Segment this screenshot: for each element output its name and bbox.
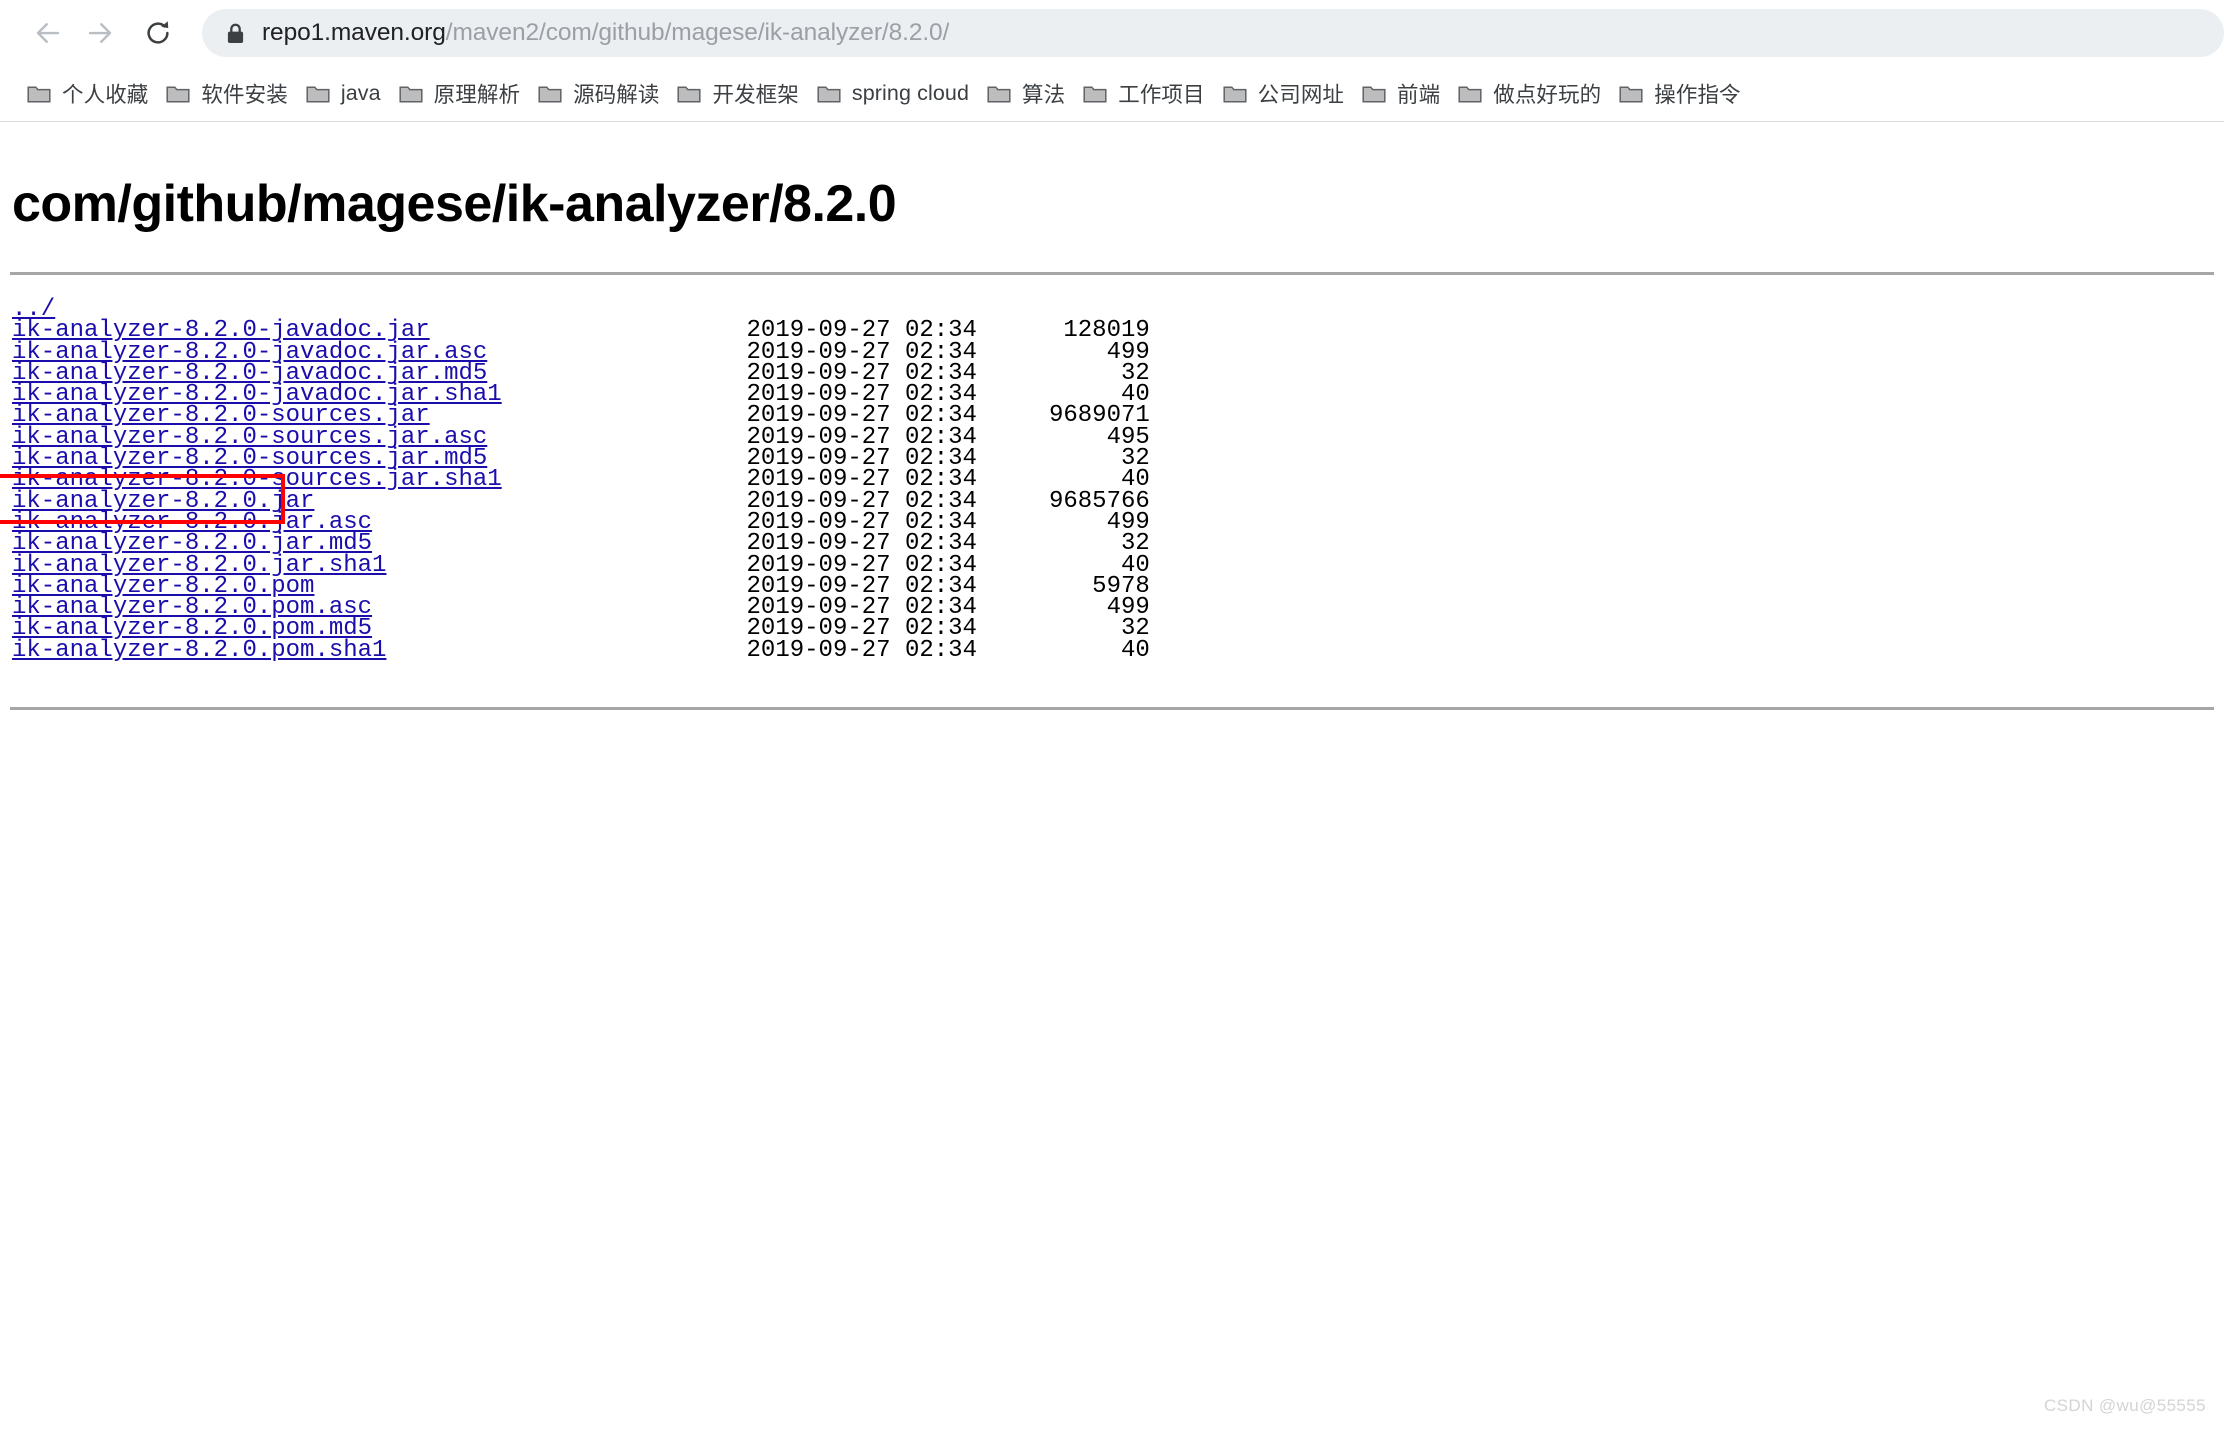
- bookmarks-bar: 个人收藏 软件安装 java 原理解析 源码解读 开发框架 spring clo…: [0, 66, 2224, 122]
- bookmark-item[interactable]: 算法: [978, 74, 1074, 114]
- bookmark-item[interactable]: 做点好玩的: [1449, 74, 1610, 114]
- bookmark-label: java: [340, 81, 381, 105]
- bookmark-label: 操作指令: [1654, 83, 1741, 107]
- file-meta: 2019-09-27 02:34 40: [386, 636, 1150, 664]
- listing-row: ik-analyzer-8.2.0.pom.sha1 2019-09-27 02…: [12, 636, 2224, 664]
- bookmark-label: 个人收藏: [62, 83, 149, 107]
- folder-icon: [538, 85, 562, 103]
- arrow-left-icon: [33, 18, 63, 48]
- folder-icon: [27, 85, 51, 103]
- folder-icon: [166, 85, 190, 103]
- back-button[interactable]: [22, 7, 74, 59]
- folder-icon: [1362, 85, 1386, 103]
- bookmark-label: 公司网址: [1257, 83, 1345, 107]
- bottom-divider: [10, 707, 2214, 711]
- bookmark-item[interactable]: 个人收藏: [18, 74, 157, 114]
- bookmark-item[interactable]: 开发框架: [668, 74, 807, 114]
- page-title: com/github/magese/ik-analyzer/8.2.0: [12, 175, 897, 233]
- bookmark-item[interactable]: 原理解析: [390, 74, 529, 114]
- watermark: CSDN @wu@55555: [2043, 1396, 2206, 1415]
- folder-icon: [677, 85, 702, 103]
- bookmark-item[interactable]: java: [297, 74, 390, 114]
- bookmark-label: 原理解析: [433, 83, 521, 107]
- bookmark-label: 源码解读: [573, 83, 660, 107]
- address-bar[interactable]: repo1.maven.org/maven2/com/github/magese…: [202, 9, 2224, 57]
- folder-icon: [1458, 85, 1482, 103]
- url-path: /maven2/com/github/magese/ik-analyzer/8.…: [445, 19, 950, 46]
- bookmark-label: spring cloud: [851, 81, 970, 105]
- bookmark-label: 前端: [1397, 83, 1441, 107]
- folder-icon: [399, 85, 423, 103]
- folder-icon: [1083, 85, 1107, 103]
- url-host: repo1.maven.org: [262, 19, 446, 46]
- folder-icon: [987, 85, 1011, 103]
- browser-toolbar: repo1.maven.org/maven2/com/github/magese…: [0, 0, 2224, 66]
- browser-chrome: repo1.maven.org/maven2/com/github/magese…: [0, 0, 2224, 122]
- lock-icon: [224, 21, 246, 45]
- folder-icon: [1223, 85, 1247, 103]
- folder-icon: [306, 85, 330, 103]
- folder-icon: [1619, 85, 1643, 103]
- forward-button[interactable]: [74, 7, 126, 59]
- file-link[interactable]: ik-analyzer-8.2.0.pom.sha1: [12, 637, 386, 664]
- bookmark-label: 软件安装: [201, 83, 288, 107]
- folder-icon: [817, 85, 841, 103]
- bookmark-label: 开发框架: [712, 83, 799, 107]
- bookmark-label: 算法: [1022, 83, 1066, 107]
- bookmark-item[interactable]: 操作指令: [1610, 74, 1749, 114]
- bookmark-item[interactable]: 源码解读: [529, 74, 668, 114]
- bookmark-label: 工作项目: [1118, 83, 1205, 107]
- url-text: repo1.maven.org/maven2/com/github/magese…: [262, 19, 949, 47]
- bookmark-item[interactable]: 工作项目: [1074, 74, 1213, 114]
- bookmark-item[interactable]: 软件安装: [157, 74, 296, 114]
- bookmark-item[interactable]: spring cloud: [808, 74, 978, 114]
- bookmark-label: 做点好玩的: [1493, 83, 1602, 107]
- directory-listing: ../ik-analyzer-8.2.0-javadoc.jar 2019-09…: [0, 275, 2224, 664]
- reload-button[interactable]: [132, 7, 184, 59]
- bookmark-item[interactable]: 公司网址: [1214, 74, 1353, 114]
- page-content: com/github/magese/ik-analyzer/8.2.0 ../i…: [0, 122, 2224, 711]
- reload-icon: [143, 18, 173, 48]
- arrow-right-icon: [85, 18, 115, 48]
- bookmark-item[interactable]: 前端: [1353, 74, 1449, 114]
